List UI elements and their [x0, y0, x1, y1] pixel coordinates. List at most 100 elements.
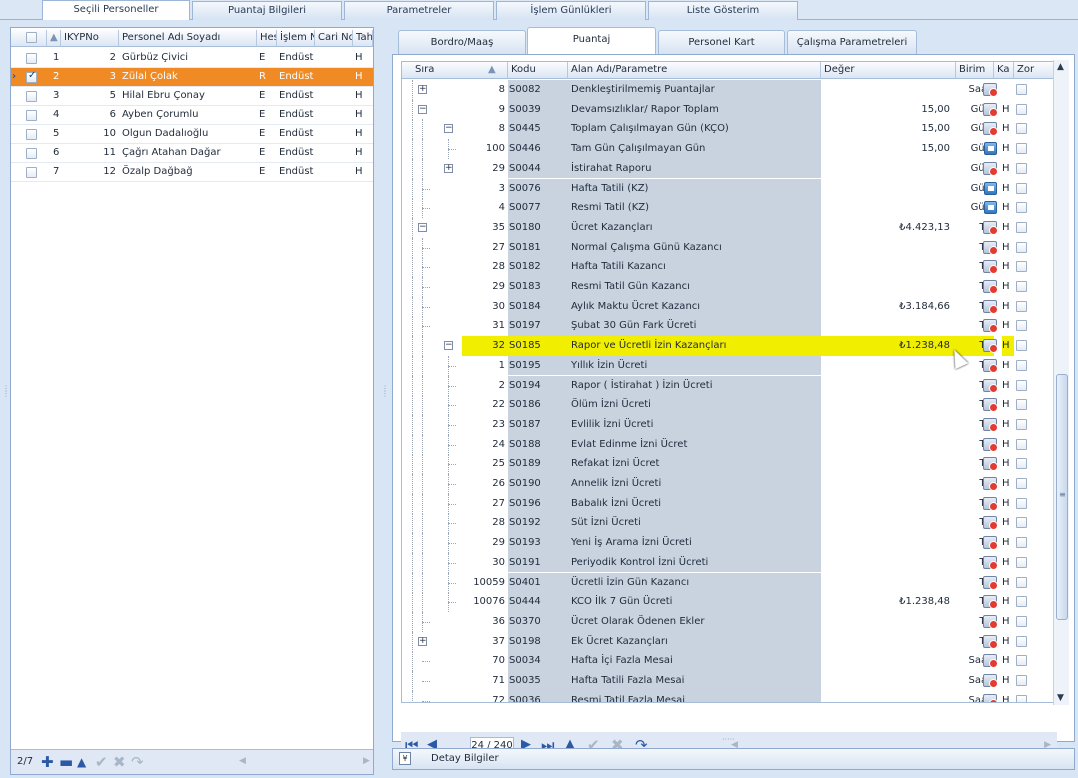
calculator-icon[interactable]: [983, 477, 998, 491]
zorunlu-checkbox[interactable]: [1016, 359, 1027, 371]
deger-cell[interactable]: [821, 691, 956, 702]
deger-cell[interactable]: ₺4.423,13: [821, 218, 956, 238]
calculator-icon[interactable]: [983, 319, 998, 334]
header-deger[interactable]: Değer: [821, 62, 956, 79]
subtab-calisma-parametreleri[interactable]: Çalışma Parametreleri: [787, 30, 917, 54]
table-row[interactable]: 1 2 Gürbüz Çivici E Endüst H: [11, 49, 373, 68]
center-splitter-handle[interactable]: ⋮ ⋮: [381, 385, 389, 412]
zorunlu-checkbox[interactable]: [1016, 635, 1027, 647]
table-row[interactable]: 29S0193Yeni İş Arama İzni ÜcretiTLH: [402, 533, 1056, 554]
header-alan-adi[interactable]: Alan Adı/Parametre: [568, 62, 821, 79]
table-row[interactable]: 27S0181Normal Çalışma Günü KazancıTLH: [402, 237, 1056, 258]
zorunlu-checkbox[interactable]: [1016, 596, 1027, 608]
detail-bar[interactable]: ¥ Detay Bilgiler: [392, 748, 1075, 770]
expand-node-icon[interactable]: +: [444, 163, 453, 173]
header-kodu[interactable]: Kodu: [508, 62, 568, 79]
zorunlu-checkbox[interactable]: [1016, 84, 1027, 95]
table-row[interactable]: ›23Zülal ÇolakREndüstH: [11, 68, 373, 87]
tab-islem-gunlukleri[interactable]: İşlem Günlükleri: [496, 1, 646, 20]
zorunlu-checkbox[interactable]: [1016, 340, 1027, 352]
deger-cell[interactable]: [821, 435, 956, 455]
table-row[interactable]: 24S0188Evlat Edinme İzni ÜcretTLH: [402, 434, 1056, 455]
table-row[interactable]: 30 S0184 Aylık Maktu Ücret Kazancı ₺3.184,6…: [402, 296, 1056, 317]
table-row[interactable]: 100 S0446 Tam Gün Çalışılmayan Gün 15,00 Gün…: [402, 139, 1056, 160]
select-all-header[interactable]: [11, 30, 47, 47]
scroll-down-icon[interactable]: ▼: [1057, 693, 1064, 703]
deger-cell[interactable]: 15,00: [821, 100, 956, 120]
table-row[interactable]: 3 5 Hilal Ebru Çonay E Endüst H: [11, 87, 373, 106]
tab-parametreler[interactable]: Parametreler: [344, 1, 494, 20]
deger-cell[interactable]: [821, 415, 956, 435]
zorunlu-checkbox[interactable]: [1016, 399, 1027, 411]
expand-node-icon[interactable]: +: [418, 636, 427, 646]
deger-cell[interactable]: [821, 238, 956, 258]
collapse-node-icon[interactable]: −: [418, 222, 427, 232]
note-icon[interactable]: [984, 201, 997, 215]
note-icon[interactable]: [984, 142, 997, 156]
zorunlu-checkbox[interactable]: [1016, 615, 1027, 627]
zorunlu-checkbox[interactable]: [1016, 675, 1027, 686]
deger-cell[interactable]: [821, 80, 956, 100]
header-tah[interactable]: Tah: [353, 30, 373, 47]
collapse-node-icon[interactable]: −: [444, 341, 453, 351]
deger-cell[interactable]: [821, 159, 956, 179]
table-row[interactable]: 4 6 Ayben Çorumlu E Endüst H: [11, 106, 373, 125]
deger-cell[interactable]: [821, 671, 956, 691]
row-checkbox[interactable]: [26, 53, 37, 64]
row-checkbox[interactable]: [26, 148, 37, 159]
collapse-node-icon[interactable]: −: [418, 104, 427, 114]
calculator-icon[interactable]: [983, 83, 998, 97]
deger-cell[interactable]: [821, 632, 956, 652]
vertical-scrollbar[interactable]: ▲ ≡ ▼: [1053, 60, 1069, 705]
table-row[interactable]: 26S0190Annelik İzni ÜcretiTLH: [402, 474, 1056, 494]
confirm-icon[interactable]: ✔: [95, 753, 108, 771]
zorunlu-checkbox[interactable]: [1016, 478, 1027, 489]
table-row[interactable]: 30S0191Periyodik Kontrol İzni ÜcretiTLH: [402, 552, 1056, 573]
cancel-icon[interactable]: ✖: [113, 753, 126, 771]
zorunlu-checkbox[interactable]: [1016, 143, 1027, 155]
table-row[interactable]: 28S0182Hafta Tatili KazancıTLH: [402, 257, 1056, 278]
deger-cell[interactable]: [821, 454, 956, 474]
zorunlu-checkbox[interactable]: [1016, 556, 1027, 568]
tab-puantaj-bilgileri[interactable]: Puantaj Bilgileri: [192, 1, 342, 20]
row-checkbox[interactable]: [26, 91, 37, 102]
header-ka[interactable]: Ka: [994, 62, 1014, 79]
scrollbar-thumb[interactable]: ≡: [1056, 374, 1068, 620]
calculator-icon[interactable]: [983, 693, 998, 702]
deger-cell[interactable]: 15,00: [821, 119, 956, 139]
table-row[interactable]: −35S0180Ücret Kazançları₺4.423,13TLH: [402, 217, 1056, 238]
table-row[interactable]: +8 S0082 Denkleştirilmemiş Puantajlar Saat: [402, 80, 1056, 100]
deger-cell[interactable]: [821, 494, 956, 514]
calculator-icon[interactable]: [983, 417, 998, 432]
header-islem[interactable]: İşlem N: [277, 30, 315, 47]
table-row[interactable]: 70 S0034 Hafta İçi Fazla Mesai Saat H: [402, 651, 1056, 672]
zorunlu-checkbox[interactable]: [1016, 320, 1027, 332]
header-cari-no[interactable]: Cari No: [315, 30, 353, 47]
zorunlu-checkbox[interactable]: [1016, 241, 1027, 253]
table-row[interactable]: − 8 S0445 Toplam Çalışılmayan Gün (KÇO) 15,0…: [402, 119, 1056, 140]
zorunlu-checkbox[interactable]: [1016, 221, 1027, 233]
deger-cell[interactable]: [821, 612, 956, 632]
calculator-icon[interactable]: [983, 260, 998, 275]
subtab-puantaj[interactable]: Puantaj: [527, 27, 656, 55]
deger-cell[interactable]: 15,00: [821, 139, 956, 159]
calculator-icon[interactable]: [983, 398, 998, 413]
table-row[interactable]: +29 S0044 İstirahat Raporu Gün H: [402, 158, 1056, 179]
zorunlu-checkbox[interactable]: [1016, 576, 1027, 588]
row-checkbox[interactable]: [26, 129, 37, 140]
header-hes[interactable]: Hes: [257, 30, 277, 47]
refresh-icon[interactable]: ↷: [131, 753, 144, 771]
deger-cell[interactable]: [821, 356, 956, 376]
deger-cell[interactable]: [821, 553, 956, 573]
calculator-icon[interactable]: [983, 634, 998, 649]
table-row[interactable]: 10076S0444KCO İlk 7 Gün Ücreti₺1.238,48T…: [402, 592, 1056, 613]
calculator-icon[interactable]: [983, 299, 998, 314]
row-checkbox[interactable]: [26, 167, 37, 178]
deger-cell[interactable]: ₺3.184,66: [821, 297, 956, 317]
scroll-right-icon[interactable]: ▶: [363, 756, 370, 766]
zorunlu-checkbox[interactable]: [1016, 281, 1027, 292]
calculator-icon[interactable]: [983, 339, 998, 354]
calculator-icon[interactable]: [983, 575, 998, 590]
table-row[interactable]: 5 10 Olgun Dadalıoğlu E Endüst H: [11, 125, 373, 144]
calculator-icon[interactable]: [983, 358, 998, 373]
